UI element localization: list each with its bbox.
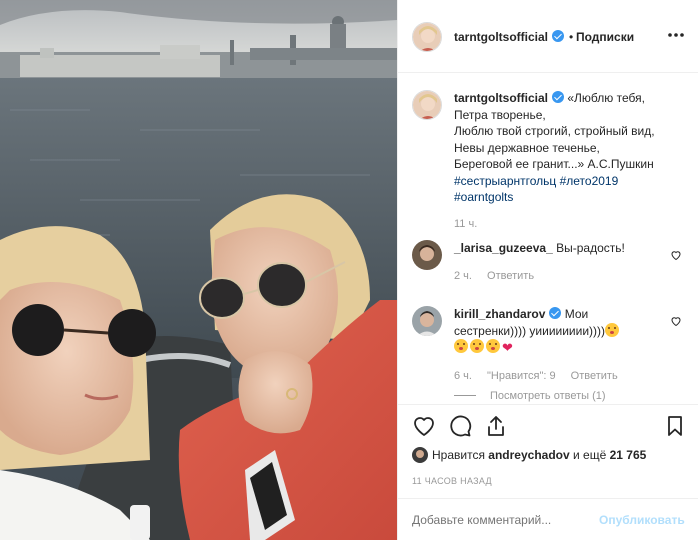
caption-username[interactable]: tarntgoltsofficial	[454, 91, 548, 105]
publish-button[interactable]: Опубликовать	[599, 513, 685, 527]
post-photo[interactable]	[0, 0, 397, 540]
verified-badge-icon	[552, 91, 565, 103]
add-comment-bar: Опубликовать	[398, 498, 698, 540]
comment-time[interactable]: 6 ч.	[454, 370, 472, 382]
commenter-username[interactable]: kirill_zhandarov	[454, 307, 545, 321]
comments-list[interactable]: tarntgoltsofficial «Люблю тебя, Петра тв…	[398, 74, 698, 404]
bookmark-icon[interactable]	[663, 414, 687, 438]
post-header: tarntgoltsofficial • Подписки	[398, 0, 698, 73]
verified-badge-icon	[552, 30, 565, 42]
caption: tarntgoltsofficial «Люблю тебя, Петра тв…	[412, 90, 682, 240]
verified-badge-icon	[549, 307, 562, 319]
comment-like-heart-icon[interactable]	[670, 315, 682, 327]
comment-meta: 6 ч. "Нравится": 9 Ответить	[454, 370, 630, 382]
comment-body: Вы-радость!	[556, 241, 625, 255]
red-heart-emoji-icon: ❤	[502, 340, 513, 355]
likes-prefix: Нравится	[432, 448, 485, 462]
post-actions: Нравится andreychadov и ещё 21 765 11 ЧА…	[398, 404, 698, 504]
following-button[interactable]: Подписки	[576, 30, 634, 44]
liker-username[interactable]: andreychadov	[488, 448, 569, 462]
author-avatar[interactable]	[412, 22, 442, 52]
reply-button[interactable]: Ответить	[571, 370, 618, 382]
smiling-emoji-icon	[486, 339, 500, 353]
comment-text: _larisa_guzeeva_ Вы-радость!	[454, 240, 659, 257]
comment-meta: 2 ч. Ответить	[454, 270, 546, 282]
comment-text: kirill_zhandarov Мои сестренки)))) уииии…	[454, 306, 659, 357]
share-icon[interactable]	[484, 414, 508, 438]
caption-meta: 11 ч.	[454, 218, 489, 230]
commenter-username[interactable]: _larisa_guzeeva_	[454, 241, 553, 255]
view-replies-label[interactable]: Посмотреть ответы (1)	[490, 390, 606, 402]
caption-line: Невы державное теченье,	[454, 140, 600, 155]
likes-summary[interactable]: Нравится andreychadov и ещё 21 765	[412, 447, 646, 463]
smiling-emoji-icon	[605, 322, 620, 337]
caption-line: Люблю твой строгий, стройный вид,	[454, 124, 655, 138]
header-separator: •	[569, 30, 574, 44]
smiling-emoji-icon	[470, 339, 484, 353]
hashtag-link[interactable]: #сестрыарнтгольц #лето2019	[454, 174, 618, 188]
author-username[interactable]: tarntgoltsofficial	[454, 30, 565, 44]
more-dots-icon[interactable]	[666, 25, 686, 45]
caption-line: «Люблю тебя,	[567, 91, 645, 105]
comment-item: kirill_zhandarov Мои сестренки)))) уииии…	[412, 306, 682, 404]
post-timestamp[interactable]: 11 ЧАСОВ НАЗАД	[412, 476, 492, 486]
comment-likes-count[interactable]: "Нравится": 9	[487, 370, 556, 382]
likes-count[interactable]: 21 765	[610, 448, 647, 462]
liker-avatar	[412, 447, 428, 463]
caption-text: tarntgoltsofficial «Люблю тебя, Петра тв…	[454, 90, 659, 206]
comment-time[interactable]: 2 ч.	[454, 270, 472, 282]
smiling-emoji-icon	[454, 339, 468, 353]
hashtag-link[interactable]: #oarntgolts	[454, 190, 513, 204]
photo-illustration	[0, 0, 397, 540]
commenter-avatar[interactable]	[412, 240, 442, 270]
comment-icon[interactable]	[448, 414, 472, 438]
likes-suffix: и ещё	[573, 448, 607, 462]
view-replies[interactable]: Посмотреть ответы (1)	[454, 390, 618, 402]
comment-like-heart-icon[interactable]	[670, 249, 682, 261]
caption-line: Береговой ее гранит...» А.С.Пушкин	[454, 157, 654, 171]
replies-line	[454, 395, 476, 396]
heart-icon[interactable]	[412, 414, 436, 438]
commenter-avatar[interactable]	[412, 306, 442, 336]
add-comment-input[interactable]	[412, 513, 592, 527]
comment-item: _larisa_guzeeva_ Вы-радость! 2 ч. Ответи…	[412, 240, 682, 290]
caption-time[interactable]: 11 ч.	[454, 218, 477, 230]
reply-button[interactable]: Ответить	[487, 270, 534, 282]
caption-line: Петра творенье,	[454, 107, 546, 122]
post-sidebar: tarntgoltsofficial • Подписки tarntgolts…	[397, 0, 698, 540]
caption-avatar[interactable]	[412, 90, 442, 120]
